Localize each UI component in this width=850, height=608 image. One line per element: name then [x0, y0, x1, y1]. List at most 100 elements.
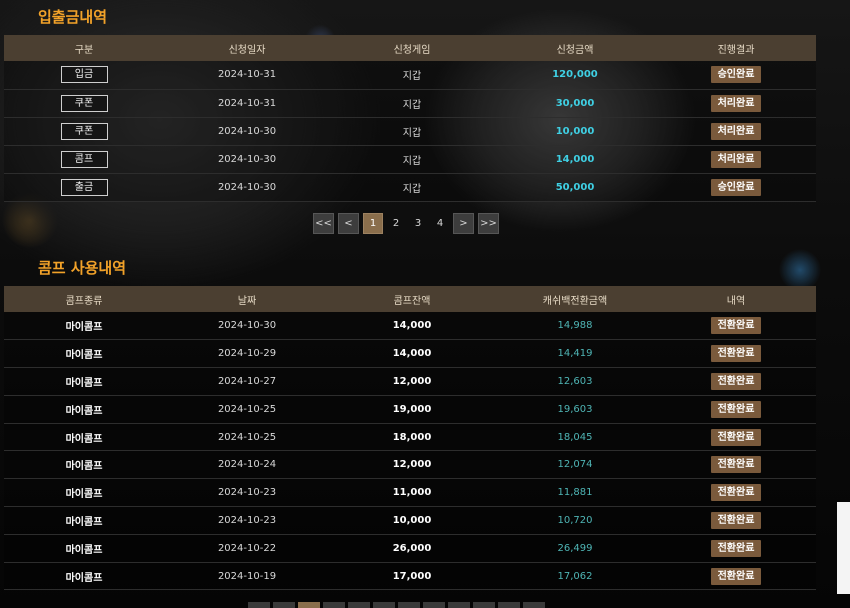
table-row: 마이콤프 2024-10-23 11,000 11,881 전환완료	[4, 478, 816, 508]
table-row: 마이콤프 2024-10-23 10,000 10,720 전환완료	[4, 506, 816, 535]
status-button[interactable]: 전환완료	[711, 400, 761, 418]
history-cell: 전환완료	[656, 562, 816, 591]
table-row: 마이콤프 2024-10-29 14,000 14,419 전환완료	[4, 339, 816, 369]
page-button[interactable]	[323, 602, 345, 608]
page-button[interactable]	[248, 602, 270, 608]
page-1-button[interactable]: 1	[363, 213, 383, 234]
table-row: 마이콤프 2024-10-24 12,000 12,074 전환완료	[4, 450, 816, 480]
column-header-date: 날짜	[237, 295, 257, 307]
status-button[interactable]: 전환완료	[711, 539, 761, 557]
page-2-button[interactable]: 2	[387, 213, 405, 234]
status-button[interactable]: 처리완료	[711, 94, 761, 112]
comp-balance-cell: 17,000	[330, 562, 494, 591]
comp-kind-cell: 마이콤프	[4, 478, 164, 508]
cashback-cell: 10,720	[494, 506, 656, 535]
table-row: 쿠폰 2024-10-31 지갑 30,000 처리완료	[4, 89, 816, 118]
deposit-history-table: 구분 신청일자 신청게임 신청금액 진행결과 입금 2024-10-31 지갑 120…	[4, 35, 816, 202]
page-button[interactable]	[498, 602, 520, 608]
page-4-button[interactable]: 4	[431, 213, 449, 234]
date-cell: 2024-10-27	[164, 367, 330, 396]
page-button[interactable]	[273, 602, 295, 608]
history-cell: 전환완료	[656, 506, 816, 535]
date-cell: 2024-10-19	[164, 562, 330, 591]
prev-page-button[interactable]: <	[338, 213, 359, 234]
type-cell: 출금	[4, 173, 164, 202]
page-3-button[interactable]: 3	[409, 213, 427, 234]
status-button[interactable]: 전환완료	[711, 456, 761, 474]
column-header-status: 진행결과	[717, 44, 755, 56]
page-button[interactable]	[473, 602, 495, 608]
page-button[interactable]	[398, 602, 420, 608]
page-button[interactable]	[348, 602, 370, 608]
cashback-cell: 19,603	[494, 395, 656, 424]
date-cell: 2024-10-29	[164, 339, 330, 369]
status-button[interactable]: 전환완료	[711, 428, 761, 446]
table-row: 마이콤프 2024-10-30 14,000 14,988 전환완료	[4, 312, 816, 341]
column-header-amount: 신청금액	[556, 44, 594, 56]
date-cell: 2024-10-22	[164, 534, 330, 563]
type-cell: 쿠폰	[4, 89, 164, 118]
column-header-history: 내역	[726, 295, 746, 307]
history-cell: 전환완료	[656, 312, 816, 341]
table-row: 마이콤프 2024-10-19 17,000 17,062 전환완료	[4, 562, 816, 591]
column-header-comp-kind: 콤프종류	[65, 295, 103, 307]
date-cell: 2024-10-25	[164, 423, 330, 452]
status-cell: 처리완료	[656, 117, 816, 146]
status-cell: 승인완료	[656, 173, 816, 202]
status-button[interactable]: 전환완료	[711, 511, 761, 529]
game-cell: 지갑	[330, 117, 494, 146]
date-cell: 2024-10-23	[164, 506, 330, 535]
last-page-button[interactable]: >>	[478, 213, 499, 234]
amount-cell: 10,000	[494, 117, 656, 146]
first-page-button[interactable]: <<	[313, 213, 334, 234]
table-row: 쿠폰 2024-10-30 지갑 10,000 처리완료	[4, 117, 816, 146]
page-button[interactable]	[423, 602, 445, 608]
amount-cell: 14,000	[494, 145, 656, 174]
side-floating-tab[interactable]	[837, 502, 850, 594]
status-button[interactable]: 승인완료	[711, 178, 761, 196]
date-cell: 2024-10-30	[164, 117, 330, 146]
status-button[interactable]: 전환완료	[711, 345, 761, 363]
status-button[interactable]: 승인완료	[711, 66, 761, 84]
comp-kind-cell: 마이콤프	[4, 395, 164, 424]
comp-balance-cell: 11,000	[330, 478, 494, 508]
history-cell: 전환완료	[656, 478, 816, 508]
status-button[interactable]: 처리완료	[711, 150, 761, 168]
next-page-button[interactable]: >	[453, 213, 474, 234]
comp-balance-cell: 12,000	[330, 450, 494, 480]
game-cell: 지갑	[330, 173, 494, 202]
cashback-cell: 12,074	[494, 450, 656, 480]
cashback-cell: 26,499	[494, 534, 656, 563]
page-button[interactable]	[298, 602, 320, 608]
comp-balance-cell: 10,000	[330, 506, 494, 535]
date-cell: 2024-10-25	[164, 395, 330, 424]
status-button[interactable]: 전환완료	[711, 567, 761, 585]
table-row: 콤프 2024-10-30 지갑 14,000 처리완료	[4, 145, 816, 174]
table-row: 마이콤프 2024-10-25 18,000 18,045 전환완료	[4, 423, 816, 452]
type-badge: 콤프	[60, 150, 108, 168]
date-cell: 2024-10-23	[164, 478, 330, 508]
table-row: 출금 2024-10-30 지갑 50,000 승인완료	[4, 173, 816, 202]
history-cell: 전환완료	[656, 423, 816, 452]
deposit-pagination: << < 1 2 3 4 > >>	[0, 213, 812, 234]
table-header-row: 구분 신청일자 신청게임 신청금액 진행결과	[4, 35, 816, 61]
history-cell: 전환완료	[656, 534, 816, 563]
comp-balance-cell: 19,000	[330, 395, 494, 424]
status-button[interactable]: 전환완료	[711, 317, 761, 335]
table-row: 마이콤프 2024-10-22 26,000 26,499 전환완료	[4, 534, 816, 563]
page-button[interactable]	[523, 602, 545, 608]
column-header-game: 신청게임	[393, 44, 431, 56]
page-button[interactable]	[373, 602, 395, 608]
page-button[interactable]	[448, 602, 470, 608]
cashback-cell: 14,419	[494, 339, 656, 369]
comp-balance-cell: 14,000	[330, 339, 494, 369]
date-cell: 2024-10-31	[164, 61, 330, 90]
cashback-cell: 12,603	[494, 367, 656, 396]
game-cell: 지갑	[330, 61, 494, 90]
history-cell: 전환완료	[656, 450, 816, 480]
status-button[interactable]: 전환완료	[711, 484, 761, 502]
date-cell: 2024-10-30	[164, 145, 330, 174]
status-button[interactable]: 전환완료	[711, 372, 761, 390]
status-button[interactable]: 처리완료	[711, 122, 761, 140]
type-cell: 콤프	[4, 145, 164, 174]
